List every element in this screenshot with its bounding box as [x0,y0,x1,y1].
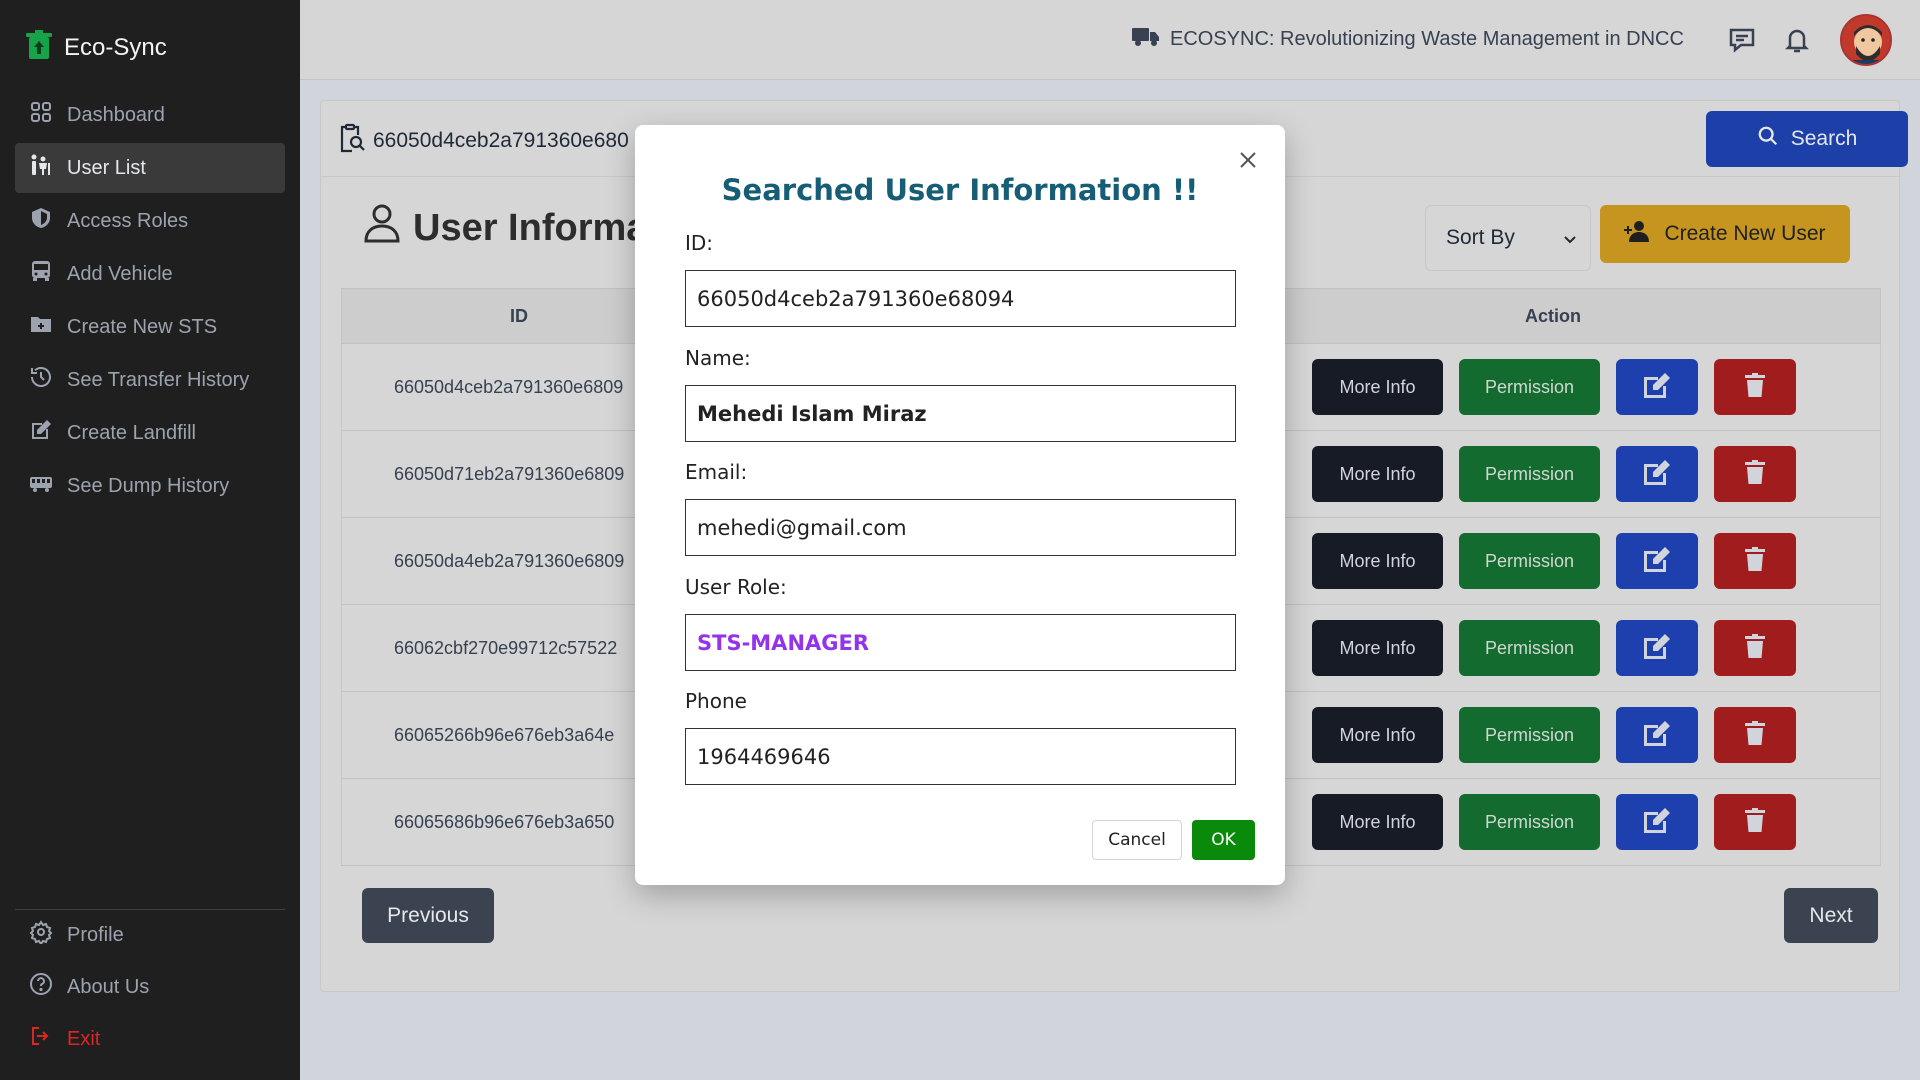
name-label: Name: [685,346,751,370]
shield-icon [29,206,53,236]
question-icon [29,972,53,1002]
sidebar-bottom-nav: Profile About Us Exit [15,910,285,1066]
sidebar-item-label: Dashboard [67,103,165,126]
sidebar-item-label: See Transfer History [67,368,250,391]
edit-square-icon [29,418,53,448]
sidebar-item-dump-history[interactable]: See Dump History [15,461,285,511]
email-label: Email: [685,460,748,484]
sidebar-item-dashboard[interactable]: Dashboard [15,90,285,140]
sidebar-item-label: Add Vehicle [67,262,173,285]
sidebar-item-label: Exit [67,1027,101,1050]
sidebar-item-about[interactable]: About Us [15,962,285,1012]
sidebar-item-create-landfill[interactable]: Create Landfill [15,408,285,458]
id-label: ID: [685,231,714,255]
sidebar-item-label: Create New STS [67,315,218,338]
role-label: User Role: [685,575,787,599]
sidebar-item-label: See Dump History [67,474,230,497]
users-icon [29,153,53,183]
grid-icon [29,100,53,130]
ok-button[interactable]: OK [1192,820,1255,860]
history-icon [29,365,53,395]
sidebar-item-label: About Us [67,975,150,998]
sidebar-item-label: Access Roles [67,209,189,232]
modal-title: Searched User Information !! [721,173,1199,207]
email-field[interactable]: mehedi@gmail.com [685,499,1236,556]
folder-plus-icon [29,312,53,342]
phone-label: Phone [685,689,747,713]
sidebar-item-access-roles[interactable]: Access Roles [15,196,285,246]
trash-logo-icon [26,30,52,65]
id-field[interactable]: 66050d4ceb2a791360e68094 [685,270,1236,327]
brand[interactable]: Eco-Sync [26,30,167,65]
logout-icon [29,1024,53,1054]
phone-field[interactable]: 1964469646 [685,728,1236,785]
sidebar-item-add-vehicle[interactable]: Add Vehicle [15,249,285,299]
name-field[interactable]: Mehedi Islam Miraz [685,385,1236,442]
sidebar-item-exit[interactable]: Exit [15,1014,285,1064]
sidebar-item-label: Create Landfill [67,421,196,444]
sidebar-nav: Dashboard User List Access Roles Add Veh… [15,90,285,514]
sidebar-item-label: User List [67,156,146,179]
brand-name: Eco-Sync [64,33,167,61]
sidebar-item-transfer-history[interactable]: See Transfer History [15,355,285,405]
sidebar-item-profile[interactable]: Profile [15,910,285,960]
cancel-button[interactable]: Cancel [1092,820,1182,860]
gear-icon [29,920,53,950]
sidebar-item-create-sts[interactable]: Create New STS [15,302,285,352]
role-field[interactable]: STS-MANAGER [685,614,1236,671]
sidebar: Eco-Sync Dashboard User List Access Role… [0,0,300,1080]
bus-icon [29,259,53,289]
sidebar-item-label: Profile [67,923,124,946]
sidebar-item-user-list[interactable]: User List [15,143,285,193]
user-info-modal: Searched User Information !! ID: 66050d4… [635,125,1285,885]
close-icon[interactable] [1235,147,1261,173]
truck-wide-icon [29,471,53,501]
